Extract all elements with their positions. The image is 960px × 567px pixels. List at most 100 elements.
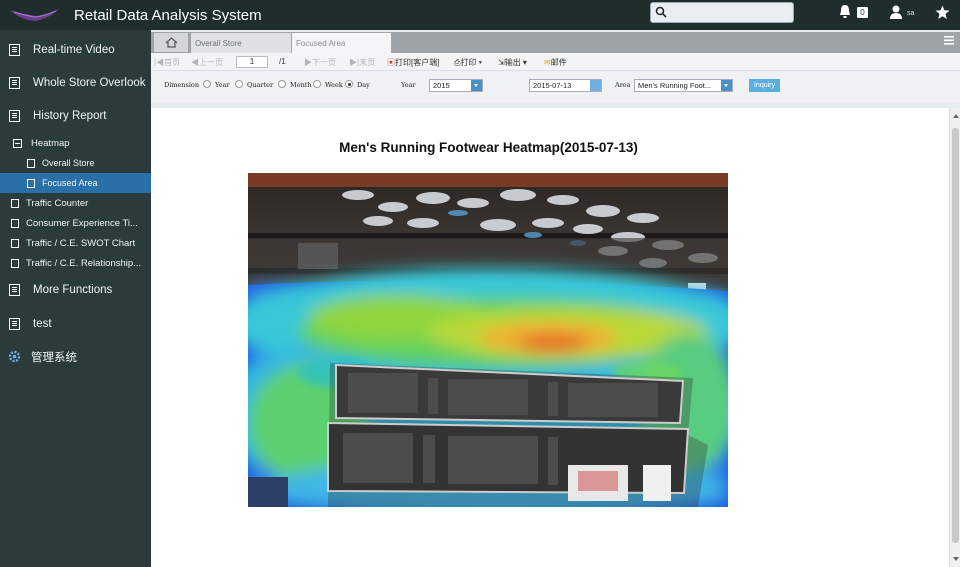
sidebar-item-label: Traffic / C.E. SWOT Chart <box>26 237 136 249</box>
report-title: Men's Running Footwear Heatmap(2015-07-1… <box>339 140 638 155</box>
year-select[interactable]: 2015 <box>429 79 483 92</box>
year-label: Year <box>401 81 416 89</box>
sidebar-item-real-time-video[interactable]: Real-time Video <box>0 33 151 66</box>
scroll-down-icon[interactable] <box>953 557 959 561</box>
monitor-icon <box>9 317 20 330</box>
sidebar-item-consumer-experience[interactable]: Consumer Experience Ti... <box>0 213 151 233</box>
user-icon[interactable] <box>889 4 903 20</box>
sidebar-item-test[interactable]: test <box>0 307 151 340</box>
next-page-button[interactable]: ▶下一页 <box>304 57 336 68</box>
print-client-label: 打印[客户端] <box>395 58 440 67</box>
sidebar-item-more-functions[interactable]: More Functions <box>0 273 151 306</box>
sidebar-item-traffic-counter[interactable]: Traffic Counter <box>0 193 151 213</box>
mail-icon: ✉ <box>544 58 551 67</box>
sidebar-item-heatmap[interactable]: Heatmap <box>0 133 151 153</box>
home-icon <box>165 37 177 48</box>
user-name: sa <box>907 10 915 17</box>
area-select[interactable]: Men's Running Foot... <box>634 79 733 92</box>
last-page-label: 末页 <box>359 58 376 67</box>
dimension-label: Dimension <box>164 81 200 89</box>
heatmap-image <box>248 173 728 507</box>
vertical-scrollbar[interactable] <box>949 108 960 567</box>
menu-icon[interactable] <box>944 36 954 45</box>
first-page-button[interactable]: |◀首页 <box>154 57 180 68</box>
page-icon <box>11 198 19 208</box>
page-icon <box>11 218 19 228</box>
report-area: Men's Running Footwear Heatmap(2015-07-1… <box>151 108 949 567</box>
sidebar-item-label: Overall Store <box>42 158 95 168</box>
scroll-thumb[interactable] <box>952 128 959 543</box>
notification-badge: 0 <box>857 7 868 18</box>
prev-page-button[interactable]: ◀上一页 <box>191 57 223 68</box>
search-input[interactable] <box>650 2 794 23</box>
sidebar-item-swot-chart[interactable]: Traffic / C.E. SWOT Chart <box>0 233 151 253</box>
year-value: 2015 <box>433 81 450 90</box>
bell-icon[interactable] <box>838 4 852 20</box>
sidebar-item-label: History Report <box>33 109 107 122</box>
radio-month-label: Month <box>290 81 312 89</box>
scroll-up-icon[interactable] <box>953 114 959 118</box>
sidebar-item-whole-store-overlook[interactable]: Whole Store Overlook <box>0 66 151 99</box>
sidebar-item-label: 管理系统 <box>31 351 77 364</box>
radio-month[interactable] <box>278 80 286 88</box>
sidebar-item-overall-store[interactable]: Overall Store <box>0 153 151 173</box>
radio-day-label: Day <box>357 81 370 89</box>
mail-label: 邮件 <box>550 58 567 67</box>
last-page-button[interactable]: ▶|末页 <box>349 57 375 68</box>
date-field[interactable]: 2015-07-13 <box>529 79 602 92</box>
radio-quarter[interactable] <box>235 80 243 88</box>
sidebar-item-label: Heatmap <box>31 137 70 149</box>
collapse-icon[interactable] <box>13 138 22 148</box>
report-toolbar: |◀首页 ◀上一页 1 /1 ▶下一页 ▶|末页 ▣打印[客户端] ⎙打印 ▾ … <box>151 53 960 71</box>
export-button[interactable]: ⇲输出 ▾ <box>498 57 527 68</box>
prev-page-label: 上一页 <box>199 58 223 67</box>
sidebar-item-label: Consumer Experience Ti... <box>26 217 138 229</box>
sidebar: Real-time Video Whole Store Overlook His… <box>0 30 151 567</box>
tab-bar: Overall Store Focused Area <box>151 32 960 53</box>
filter-bar: Dimension Year Quarter Month Week Day Ye… <box>151 71 960 102</box>
area-label: Area <box>615 81 631 89</box>
pdf-icon: ▣ <box>387 58 395 67</box>
sidebar-item-label: Whole Store Overlook <box>33 76 146 89</box>
page-number-input[interactable]: 1 <box>236 56 268 68</box>
sidebar-item-relationship[interactable]: Traffic / C.E. Relationship... <box>0 253 151 273</box>
date-value: 2015-07-13 <box>533 81 572 90</box>
next-page-label: 下一页 <box>312 58 336 67</box>
gear-icon <box>8 350 21 363</box>
page-icon <box>27 178 35 188</box>
sidebar-item-label: Real-time Video <box>33 43 115 56</box>
export-label: 输出 <box>504 58 521 67</box>
inquiry-button[interactable]: Inquiry <box>749 79 780 92</box>
sidebar-item-label: More Functions <box>33 283 113 296</box>
radio-year[interactable] <box>203 80 211 88</box>
print-button[interactable]: ⎙打印 ▾ <box>454 57 482 68</box>
print-label: 打印 <box>460 58 477 67</box>
search-icon <box>655 6 667 18</box>
tab-home[interactable] <box>154 33 188 52</box>
star-icon[interactable] <box>935 5 950 20</box>
chevron-down-icon[interactable] <box>721 80 732 91</box>
calendar-icon[interactable] <box>590 80 601 91</box>
monitor-icon <box>9 76 20 89</box>
radio-quarter-label: Quarter <box>247 81 274 89</box>
chevron-down-icon[interactable] <box>471 80 482 91</box>
radio-week[interactable] <box>313 80 321 88</box>
brand-logo-icon <box>6 4 66 26</box>
tab-focused-area[interactable]: Focused Area <box>292 33 391 53</box>
first-page-label: 首页 <box>164 58 181 67</box>
tab-overall-store[interactable]: Overall Store <box>191 33 291 53</box>
radio-year-label: Year <box>215 81 230 89</box>
sidebar-item-label: test <box>33 317 52 330</box>
app-title: Retail Data Analysis System <box>74 6 262 24</box>
sidebar-item-label: Traffic / C.E. Relationship... <box>26 257 142 269</box>
radio-day[interactable] <box>345 80 353 88</box>
mail-button[interactable]: ✉邮件 <box>544 57 567 68</box>
page-total: /1 <box>279 57 286 66</box>
monitor-icon <box>9 109 20 122</box>
area-value: Men's Running Foot... <box>638 81 712 90</box>
page-icon <box>27 158 35 168</box>
sidebar-item-history-report[interactable]: History Report <box>0 99 151 132</box>
sidebar-item-focused-area[interactable]: Focused Area <box>0 173 151 193</box>
sidebar-item-admin-system[interactable]: 管理系统 <box>0 340 151 373</box>
print-client-button[interactable]: ▣打印[客户端] <box>387 57 439 68</box>
